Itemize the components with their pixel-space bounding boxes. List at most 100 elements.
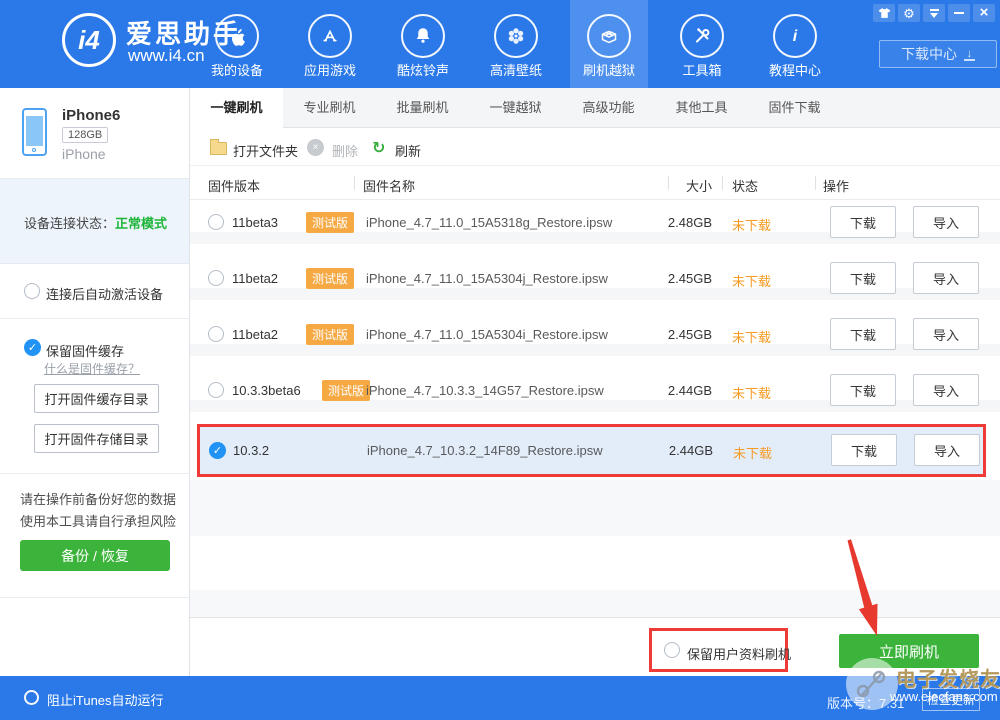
nav-item-tutorials[interactable]: i 教程中心 (756, 0, 834, 88)
block-itunes-radio[interactable] (24, 690, 39, 705)
table-row[interactable]: 11beta2 测试版 iPhone_4.7_11.0_15A5304j_Res… (190, 256, 1000, 300)
open-storage-dir-button[interactable]: 打开固件存储目录 (34, 424, 159, 453)
beta-badge: 测试版 (306, 268, 355, 289)
import-button[interactable]: 导入 (913, 318, 979, 350)
check-update-button[interactable]: 检查更新 (922, 688, 980, 711)
firmware-radio[interactable] (208, 326, 224, 342)
delete-button[interactable]: 删除 (332, 141, 358, 160)
tab-one-click-flash[interactable]: 一键刷机 (190, 88, 283, 129)
minimize-icon[interactable] (948, 4, 970, 22)
appstore-icon (308, 14, 352, 58)
firmware-version: 11beta2 (232, 271, 279, 286)
app-logo-icon[interactable]: i4 (62, 13, 116, 67)
gear-icon[interactable]: ⚙ (898, 4, 920, 22)
firmware-radio-checked[interactable]: ✓ (209, 442, 226, 459)
refresh-button[interactable]: 刷新 (395, 141, 421, 160)
tab-bar: 一键刷机 专业刷机 批量刷机 一键越狱 高级功能 其他工具 固件下载 (190, 88, 1000, 129)
folder-icon (210, 139, 227, 155)
download-button[interactable]: 下载 (830, 318, 896, 350)
col-firmware-version: 固件版本 (208, 179, 261, 194)
skin-icon[interactable] (873, 4, 895, 22)
header: i4 爱思助手 www.i4.cn 我的设备 应用游戏 酷炫铃声 高清壁纸 刷机… (0, 0, 1000, 88)
delete-icon: × (307, 139, 324, 156)
backup-restore-button[interactable]: 备份 / 恢复 (20, 540, 170, 571)
open-folder-button[interactable]: 打开文件夹 (233, 141, 298, 160)
firmware-size: 2.45GB (667, 271, 712, 286)
firmware-size: 2.45GB (667, 327, 712, 342)
firmware-name: iPhone_4.7_11.0_15A5304i_Restore.ipsw (366, 327, 608, 342)
nav-label: 刷机越狱 (582, 63, 635, 78)
tab-pro-flash[interactable]: 专业刷机 (283, 88, 376, 128)
auto-activate-label: 连接后自动激活设备 (46, 287, 164, 302)
keep-cache-label: 保留固件缓存 (46, 344, 125, 359)
nav-item-ringtones[interactable]: 酷炫铃声 (384, 0, 462, 88)
check-icon: ✓ (27, 342, 38, 354)
import-button[interactable]: 导入 (913, 374, 979, 406)
nav-item-apps-games[interactable]: 应用游戏 (291, 0, 369, 88)
nav-item-my-device[interactable]: 我的设备 (198, 0, 276, 88)
tab-firmware-download[interactable]: 固件下载 (748, 88, 841, 128)
firmware-version: 10.3.3beta6 (232, 383, 301, 398)
svg-text:i: i (793, 28, 798, 45)
menu-icon[interactable] (923, 4, 945, 22)
firmware-version: 10.3.2 (233, 443, 270, 458)
nav-item-wallpapers[interactable]: 高清壁纸 (477, 0, 555, 88)
flash-now-button[interactable]: 立即刷机 (839, 634, 979, 668)
info-icon: i (773, 14, 817, 58)
firmware-status: 未下载 (732, 218, 772, 233)
sidebar: iPhone6 128GB iPhone 设备连接状态：正常模式 连接后自动激活… (0, 88, 190, 676)
keep-cache-checkbox[interactable]: ✓ (24, 339, 41, 356)
keep-data-radio[interactable] (664, 642, 680, 658)
block-itunes-label: 阻止iTunes自动运行 (47, 693, 164, 708)
tab-advanced[interactable]: 高级功能 (562, 88, 655, 128)
import-button[interactable]: 导入 (913, 262, 979, 294)
device-type: iPhone (62, 146, 106, 162)
table-row[interactable]: 11beta3 测试版 iPhone_4.7_11.0_15A5318g_Res… (190, 200, 1000, 244)
open-cache-dir-button[interactable]: 打开固件缓存目录 (34, 384, 159, 413)
action-bar: 保留用户资料刷机 立即刷机 (190, 617, 1000, 676)
brand-url: www.i4.cn (128, 46, 205, 65)
firmware-size: 2.48GB (667, 215, 712, 230)
nav-label: 教程中心 (768, 63, 821, 78)
tab-other-tools[interactable]: 其他工具 (655, 88, 748, 128)
connection-status-block: 设备连接状态：正常模式 (0, 178, 189, 264)
tab-one-click-jailbreak[interactable]: 一键越狱 (469, 88, 562, 128)
table-row[interactable]: 11beta2 测试版 iPhone_4.7_11.0_15A5304i_Res… (190, 312, 1000, 356)
table-row[interactable]: 10.3.3beta6 测试版 iPhone_4.7_10.3.3_14G57_… (190, 368, 1000, 412)
nav-item-flash-jailbreak[interactable]: 刷机越狱 (570, 0, 648, 88)
import-button[interactable]: 导入 (914, 434, 980, 466)
main-nav: 我的设备 应用游戏 酷炫铃声 高清壁纸 刷机越狱 工具箱 i 教程中心 (198, 0, 834, 88)
import-button[interactable]: 导入 (913, 206, 979, 238)
cache-help-link[interactable]: 什么是固件缓存？ (44, 360, 140, 377)
nav-label: 应用游戏 (303, 63, 356, 78)
refresh-icon: ↻ (372, 140, 386, 157)
firmware-radio[interactable] (208, 214, 224, 230)
download-button[interactable]: 下载 (830, 262, 896, 294)
firmware-radio[interactable] (208, 382, 224, 398)
nav-label: 高清壁纸 (489, 63, 542, 78)
status-label: 设备连接状态： (24, 216, 116, 231)
download-button[interactable]: 下载 (830, 206, 896, 238)
close-icon[interactable]: × (973, 4, 995, 22)
beta-badge: 测试版 (322, 380, 371, 401)
check-icon: ✓ (212, 445, 223, 457)
col-actions: 操作 (823, 179, 850, 194)
warning-line-2: 使用本工具请自行承担风险 (20, 514, 177, 529)
firmware-size: 2.44GB (668, 443, 713, 458)
table-header: 固件版本 固件名称 大小 状态 操作 (190, 166, 1000, 200)
firmware-status: 未下载 (732, 274, 772, 289)
device-capacity-badge: 128GB (62, 127, 109, 143)
col-size: 大小 (685, 179, 712, 194)
col-status: 状态 (732, 179, 759, 194)
firmware-radio[interactable] (208, 270, 224, 286)
main-panel: 一键刷机 专业刷机 批量刷机 一键越狱 高级功能 其他工具 固件下载 打开文件夹… (190, 88, 1000, 676)
table-row-selected[interactable]: ✓ 10.3.2 iPhone_4.7_10.3.2_14F89_Restore… (197, 424, 986, 477)
tab-batch-flash[interactable]: 批量刷机 (376, 88, 469, 128)
auto-activate-radio[interactable] (24, 283, 40, 299)
nav-label: 酷炫铃声 (396, 63, 449, 78)
download-button[interactable]: 下载 (830, 374, 896, 406)
bell-icon (401, 14, 445, 58)
nav-item-toolbox[interactable]: 工具箱 (663, 0, 741, 88)
download-button[interactable]: 下载 (831, 434, 897, 466)
download-center-button[interactable]: 下载中心 ↓ (879, 40, 997, 68)
